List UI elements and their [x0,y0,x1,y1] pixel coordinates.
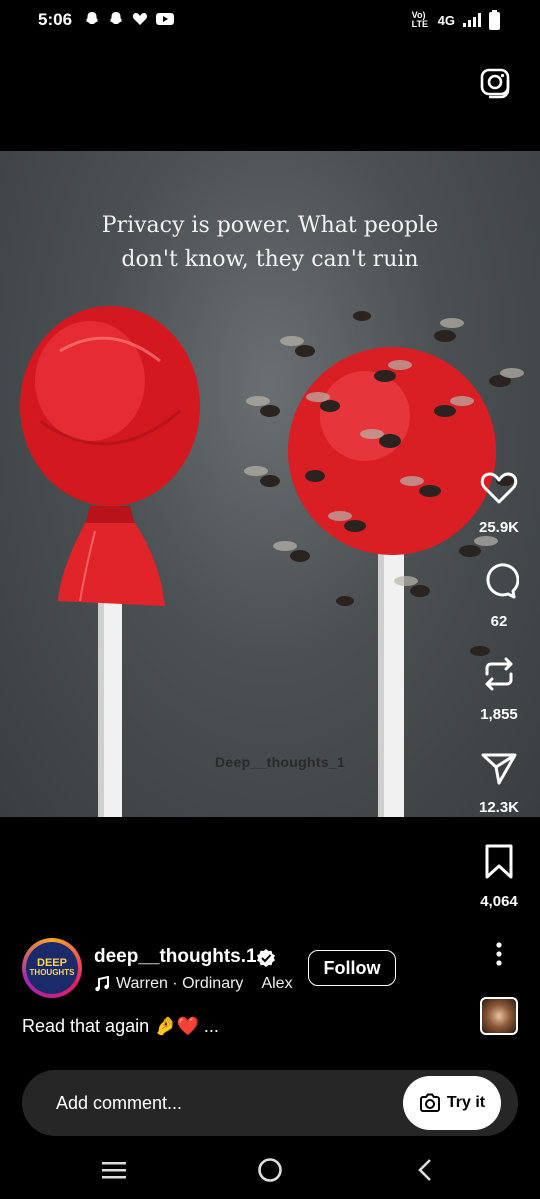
status-right-icons: Vo) LTE 4G [412,10,500,30]
home-circle-icon [258,1158,282,1182]
status-notification-icons [84,11,174,27]
more-options-icon[interactable] [488,940,510,970]
reposts-count: 1,855 [480,706,518,723]
audio-thumbnail[interactable] [480,997,518,1035]
status-time: 5:06 [38,10,73,29]
author-username[interactable]: deep__thoughts.1 [94,946,257,968]
shares-count: 12.3K [478,799,520,816]
verified-badge-icon [257,949,275,967]
music-extra: Alex [261,975,293,992]
watermark: Deep__thoughts_1 [215,754,346,770]
quote-line-2: don't know, they can't ruin [121,247,419,272]
back-button[interactable] [405,1150,445,1190]
battery-icon [489,10,500,30]
follow-button[interactable]: Follow [308,950,396,986]
recent-apps-icon [102,1162,126,1179]
saves-count: 4,064 [480,893,518,910]
post-quote-text: Privacy is power. What people don't know… [90,209,450,277]
snapchat-icon [86,12,98,24]
youtube-icon [156,13,174,25]
post-caption[interactable]: Read that again 🤌❤️ ... [22,1016,219,1037]
bookmark-icon[interactable] [479,841,519,881]
avatar-logo: DEEP THOUGHTS [26,942,78,994]
comment-icon[interactable] [479,561,519,601]
recent-apps-button[interactable] [94,1150,134,1190]
likes-count: 25.9K [478,519,520,536]
try-it-label: Try it [446,1094,486,1111]
music-title: Warren · Ordinary [116,975,244,992]
signal-icon [463,13,481,27]
network-type: 4G [437,12,455,28]
camera-icon[interactable] [478,66,512,100]
try-it-button[interactable]: Try it [403,1076,501,1130]
repost-icon[interactable] [479,654,519,694]
heart-notification-icon [132,13,148,25]
like-heart-icon[interactable] [479,468,519,508]
comment-placeholder[interactable]: Add comment... [56,1093,182,1114]
volte-label: Vo) LTE [411,10,428,29]
share-paper-plane-icon[interactable] [479,747,519,787]
comments-count: 62 [490,613,508,630]
snapchat-icon [110,12,122,24]
avatar-text-2: THOUGHTS [29,968,75,977]
music-info[interactable]: Warren · Ordinary Alex [94,975,293,993]
avatar[interactable]: DEEP THOUGHTS [22,938,82,998]
avatar-text-1: DEEP [37,957,67,969]
quote-line-1: Privacy is power. What people [101,213,439,238]
camera-icon [419,1093,440,1112]
music-note-icon [95,976,109,992]
back-chevron-icon [418,1159,431,1181]
home-button[interactable] [250,1150,290,1190]
